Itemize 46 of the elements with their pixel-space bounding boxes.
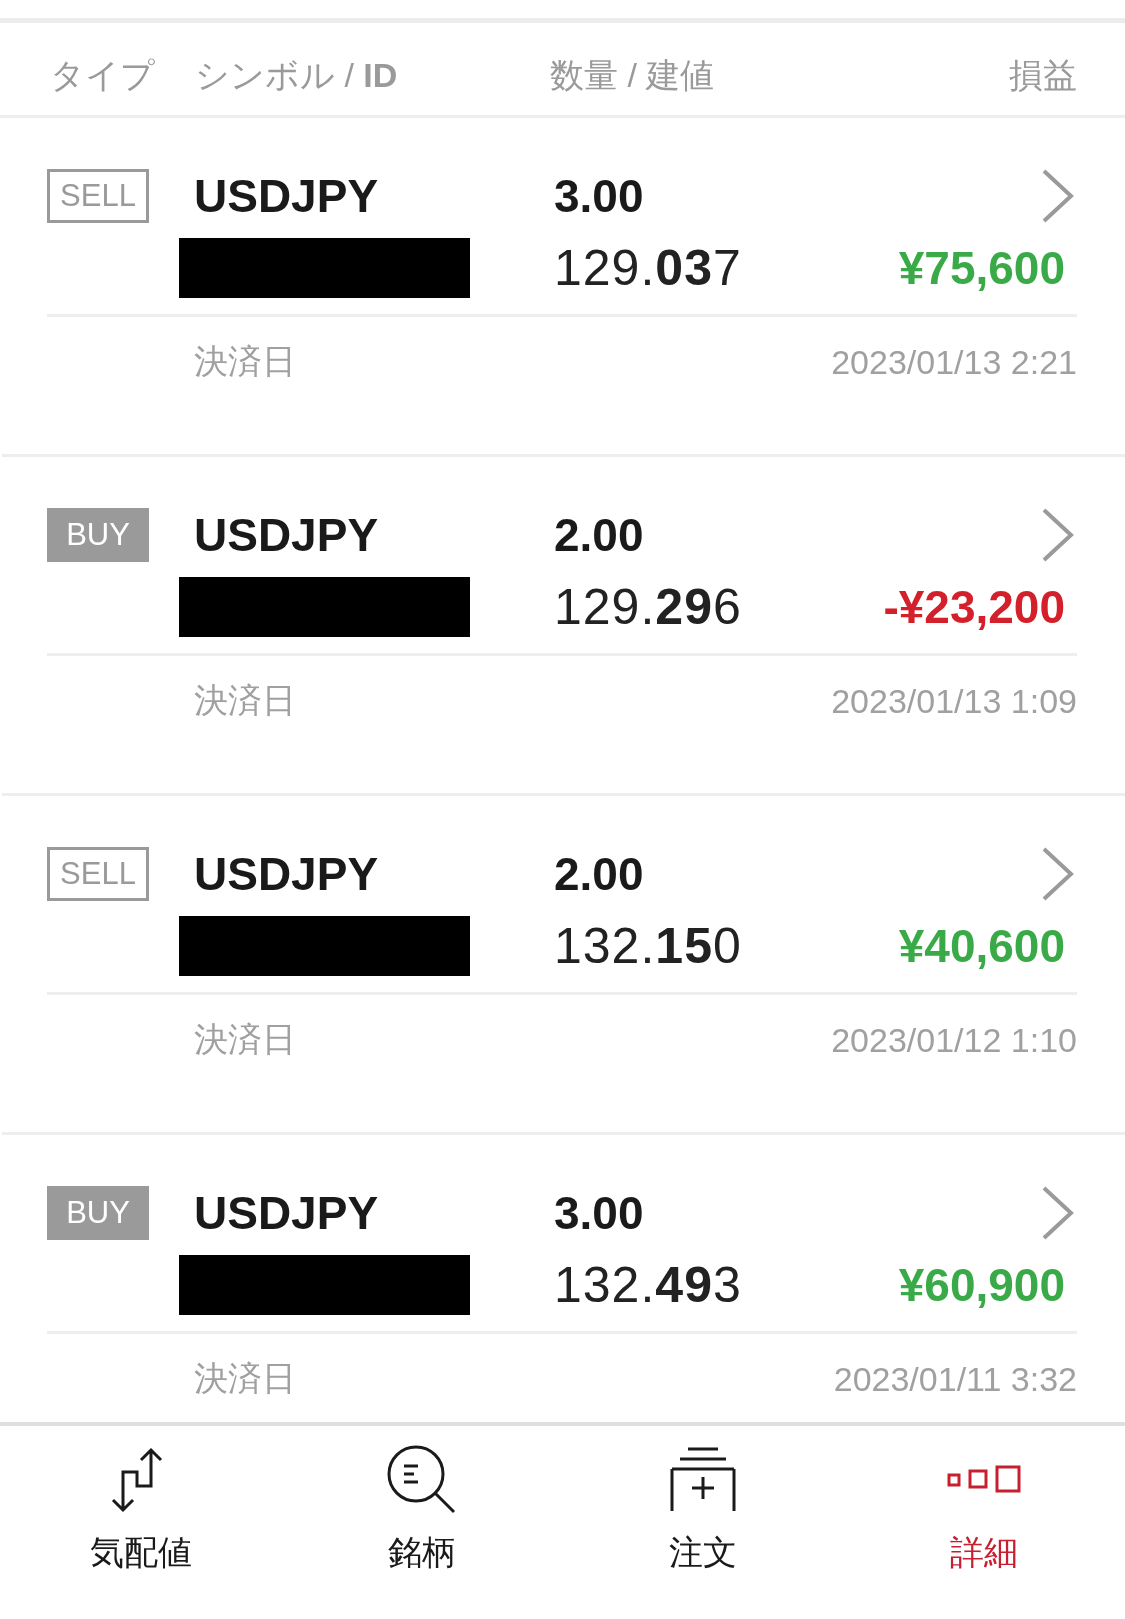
side-badge: SELL bbox=[47, 169, 149, 223]
chevron-right-icon[interactable] bbox=[1041, 846, 1075, 902]
nav-tab[interactable]: 銘柄 bbox=[281, 1426, 563, 1619]
date-label: 決済日 bbox=[194, 1019, 296, 1060]
trade-item[interactable]: SELL USDJPY 2.00 132.150 ¥40,600 決済日 2023/01/12 1:10 bbox=[2, 796, 1125, 1135]
entry-price: 132.493 bbox=[554, 1256, 743, 1314]
side-badge: SELL bbox=[47, 847, 149, 901]
settlement-date: 2023/01/13 2:21 bbox=[831, 342, 1077, 382]
profit: ¥40,600 bbox=[898, 919, 1066, 973]
entry-price: 129.037 bbox=[554, 239, 743, 297]
column-header: タイプ bbox=[50, 55, 156, 96]
settlement-date: 2023/01/11 3:32 bbox=[833, 1359, 1077, 1399]
profit: -¥23,200 bbox=[883, 580, 1066, 634]
side-badge: BUY bbox=[47, 508, 149, 562]
nav-tab[interactable]: 詳細 bbox=[843, 1426, 1125, 1619]
date-label: 決済日 bbox=[194, 680, 296, 721]
nav-tab[interactable]: 注文 bbox=[562, 1426, 844, 1619]
profit: ¥75,600 bbox=[898, 241, 1066, 295]
quantity: 2.00 bbox=[554, 508, 645, 562]
chevron-right-icon[interactable] bbox=[1041, 168, 1075, 224]
chevron-right-icon[interactable] bbox=[1041, 1185, 1075, 1241]
profit: ¥60,900 bbox=[898, 1258, 1066, 1312]
symbol: USDJPY bbox=[194, 1186, 380, 1240]
entry-price: 132.150 bbox=[554, 917, 743, 975]
trade-item[interactable]: BUY USDJPY 2.00 129.296 -¥23,200 決済日 2023/01/13 1:09 bbox=[2, 457, 1125, 796]
date-label: 決済日 bbox=[194, 341, 296, 382]
symbol: USDJPY bbox=[194, 847, 380, 901]
column-header: 損益 bbox=[1009, 55, 1077, 96]
settlement-date: 2023/01/12 1:10 bbox=[831, 1020, 1077, 1060]
side-badge: BUY bbox=[47, 1186, 149, 1240]
column-header: シンボル / ID bbox=[195, 55, 399, 96]
quantity: 3.00 bbox=[554, 169, 645, 223]
column-header: 数量 / 建値 bbox=[550, 55, 716, 96]
symbol: USDJPY bbox=[194, 508, 380, 562]
settlement-date: 2023/01/13 1:09 bbox=[831, 681, 1077, 721]
order-add-icon bbox=[670, 1447, 737, 1513]
quantity: 3.00 bbox=[554, 1186, 645, 1240]
entry-price: 129.296 bbox=[554, 578, 743, 636]
squares-icon bbox=[947, 1465, 1022, 1495]
symbol: USDJPY bbox=[194, 169, 380, 223]
quantity: 2.00 bbox=[554, 847, 645, 901]
date-label: 決済日 bbox=[194, 1358, 296, 1399]
nav-tab[interactable]: 気配値 bbox=[0, 1426, 282, 1619]
search-icon bbox=[385, 1444, 458, 1516]
trade-item[interactable]: SELL USDJPY 3.00 129.037 ¥75,600 決済日 2023/01/13 2:21 bbox=[2, 118, 1125, 457]
chevron-right-icon[interactable] bbox=[1041, 507, 1075, 563]
